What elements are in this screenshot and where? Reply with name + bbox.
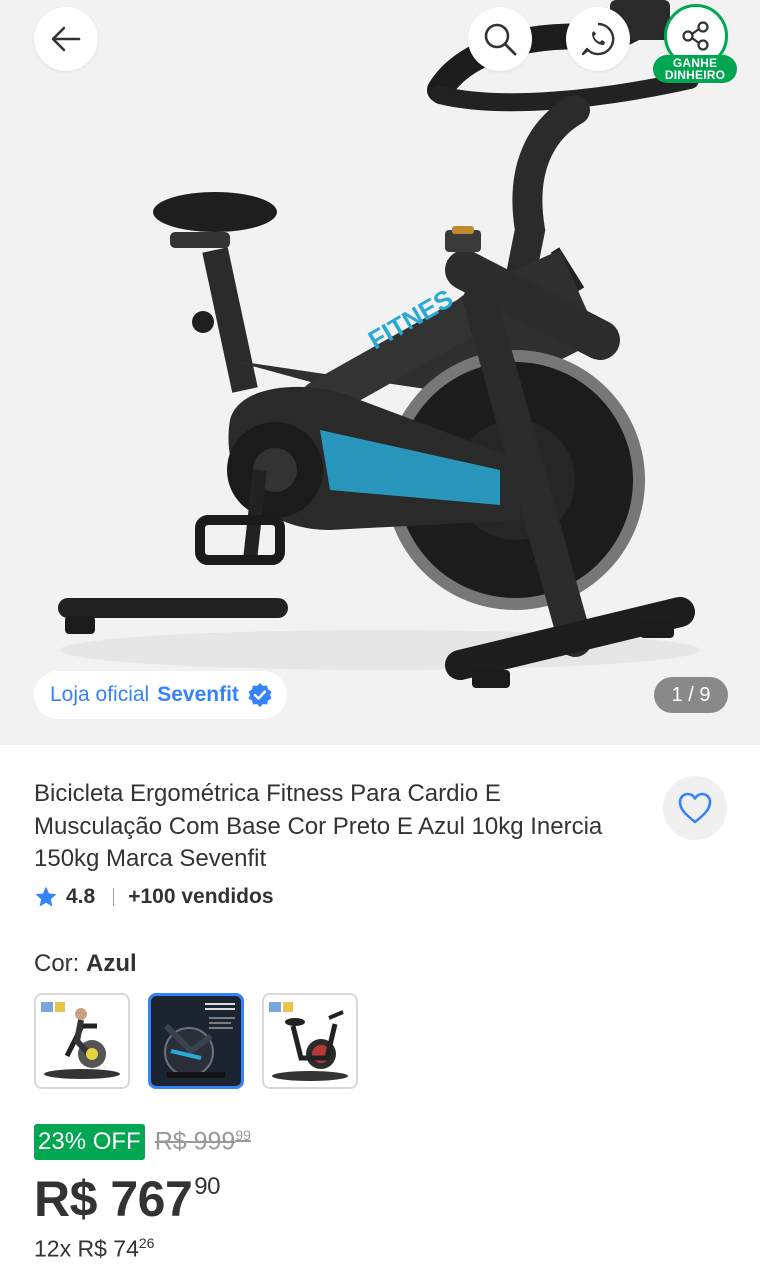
discount-row: 23% OFF R$ 99999 [34,1124,251,1160]
image-counter: 1 / 9 [654,677,728,713]
product-info: Bicicleta Ergométrica Fitness Para Cardi… [0,745,760,1280]
variant-image [269,1002,348,1081]
back-button[interactable] [34,7,98,71]
favorite-button[interactable] [663,776,727,840]
sold-count: +100 vendidos [128,885,274,908]
old-price-currency: R$ [154,1127,187,1156]
store-prefix: Loja oficial [50,683,150,706]
old-price-int: 999 [193,1127,236,1156]
variant-thumbnail[interactable] [34,993,130,1089]
search-icon [484,23,517,56]
store-name: Sevenfit [157,683,239,706]
variant-thumbnail[interactable] [262,993,358,1089]
discount-badge: 23% OFF [34,1124,145,1160]
variant-image [41,1002,120,1079]
color-variants [34,993,358,1089]
arrow-left-icon [51,26,81,52]
color-label: Cor: Azul [34,950,137,978]
price-cents: 90 [194,1173,220,1200]
installments-prefix: 12x [34,1235,72,1262]
price-currency: R$ [34,1171,97,1227]
variant-image [151,996,241,1086]
color-value: Azul [86,950,137,977]
product-gallery[interactable]: FITNES GANHE DINHEIRO Loja oficial Seven… [0,0,760,745]
verified-icon [248,683,272,707]
search-button[interactable] [468,7,532,71]
installments: 12x R$ 7426 [34,1235,154,1263]
installment-cents: 26 [138,1235,155,1251]
official-store-badge[interactable]: Loja oficial Sevenfit [34,671,287,719]
share-icon [682,21,709,51]
price-int: 767 [110,1171,193,1227]
product-title: Bicicleta Ergométrica Fitness Para Cardi… [34,780,603,872]
color-label-text: Cor: [34,950,80,977]
current-price: R$ 76790 [34,1170,220,1228]
whatsapp-button[interactable] [566,7,630,71]
rating-row[interactable]: 4.8 +100 vendidos [34,885,274,909]
old-price: R$ 99999 [155,1127,251,1156]
star-icon [35,886,57,907]
heart-icon [678,792,712,824]
rating-value: 4.8 [66,885,96,908]
earn-money-badge[interactable]: GANHE DINHEIRO [653,55,737,83]
product-image[interactable]: FITNES [0,0,760,745]
installment-int: 74 [113,1235,139,1262]
installment-currency: R$ [77,1235,107,1262]
variant-thumbnail-selected[interactable] [148,993,244,1089]
earn-badge-line2: DINHEIRO [664,68,726,82]
whatsapp-icon [581,22,615,56]
rating-separator [113,888,115,906]
old-price-cents: 99 [235,1127,251,1144]
